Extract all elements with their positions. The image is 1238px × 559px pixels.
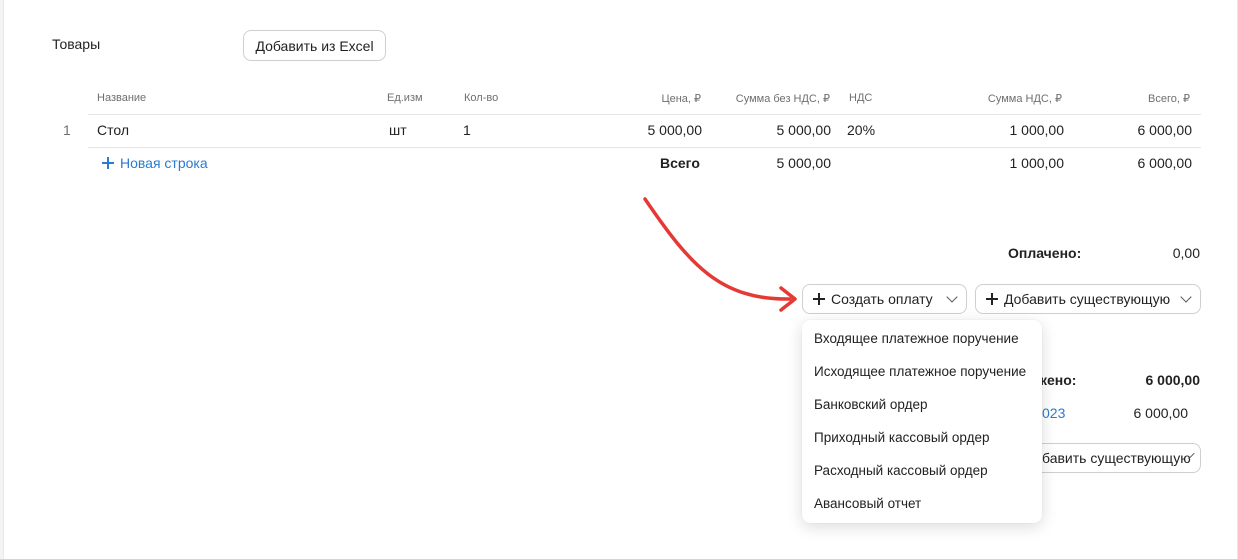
col-header-sum-no-vat: Сумма без НДС, ₽ (735, 93, 830, 105)
col-header-price: Цена, ₽ (661, 93, 701, 105)
menu-item-outgoing-payment-order[interactable]: Исходящее платежное поручение (802, 355, 1042, 388)
cell-vat-sum: 1 000,00 (1009, 122, 1065, 138)
new-row-label: Новая строка (120, 155, 208, 171)
col-header-vat-sum: Сумма НДС, ₽ (987, 93, 1062, 105)
paid-label: Оплачено: (1008, 245, 1082, 261)
shipped-value: 6 000,00 (1145, 372, 1201, 388)
add-existing-label-partial: бавить существующую (1042, 450, 1191, 466)
col-header-qty: Кол-во (464, 92, 499, 104)
create-payment-button[interactable]: Создать оплату (802, 284, 967, 314)
create-payment-label: Создать оплату (831, 291, 933, 307)
menu-item-incoming-payment-order[interactable]: Входящее платежное поручение (802, 322, 1042, 355)
chevron-down-icon (1180, 291, 1192, 303)
add-existing-label: Добавить существующую (1004, 291, 1171, 307)
cell-vat[interactable]: 20% (847, 122, 875, 138)
menu-item-cash-receipt-order[interactable]: Приходный кассовый ордер (802, 421, 1042, 454)
goods-card (3, 0, 1238, 559)
cell-total: 6 000,00 (1137, 122, 1193, 138)
totals-vat-sum: 1 000,00 (1009, 155, 1065, 171)
table-divider (88, 147, 1201, 148)
menu-item-cash-expense-order[interactable]: Расходный кассовый ордер (802, 454, 1042, 487)
row-index: 1 (63, 122, 71, 138)
paid-value: 0,00 (1172, 245, 1200, 261)
col-header-total: Всего, ₽ (1148, 93, 1190, 105)
create-payment-menu: Входящее платежное поручение Исходящее п… (802, 320, 1042, 523)
chevron-down-icon (946, 291, 958, 303)
col-header-name: Название (97, 92, 147, 104)
plus-icon (986, 293, 998, 305)
cell-name[interactable]: Стол (97, 122, 129, 138)
plus-icon (813, 293, 825, 305)
shipment-doc-amount: 6 000,00 (1133, 405, 1189, 421)
table-divider (88, 114, 1201, 115)
plus-icon (102, 157, 114, 169)
shipment-doc-link[interactable]: 023 (1042, 405, 1065, 421)
section-title: Товары (52, 36, 101, 52)
cell-qty[interactable]: 1 (463, 122, 471, 138)
totals-total: 6 000,00 (1137, 155, 1193, 171)
cell-sum-no-vat: 5 000,00 (776, 122, 832, 138)
menu-item-advance-report[interactable]: Авансовый отчет (802, 487, 1042, 520)
menu-item-bank-order[interactable]: Банковский ордер (802, 388, 1042, 421)
add-existing-payment-button[interactable]: Добавить существующую (975, 284, 1201, 314)
cell-unit[interactable]: шт (389, 122, 407, 138)
totals-label: Всего (660, 155, 700, 171)
totals-sum-no-vat: 5 000,00 (776, 155, 832, 171)
new-row-link[interactable]: Новая строка (102, 155, 208, 171)
col-header-vat: НДС (849, 92, 873, 104)
col-header-unit: Ед.изм (387, 92, 423, 104)
add-from-excel-button[interactable]: Добавить из Excel (243, 30, 386, 61)
shipped-label: кено: (1040, 372, 1077, 388)
cell-price[interactable]: 5 000,00 (590, 122, 703, 138)
